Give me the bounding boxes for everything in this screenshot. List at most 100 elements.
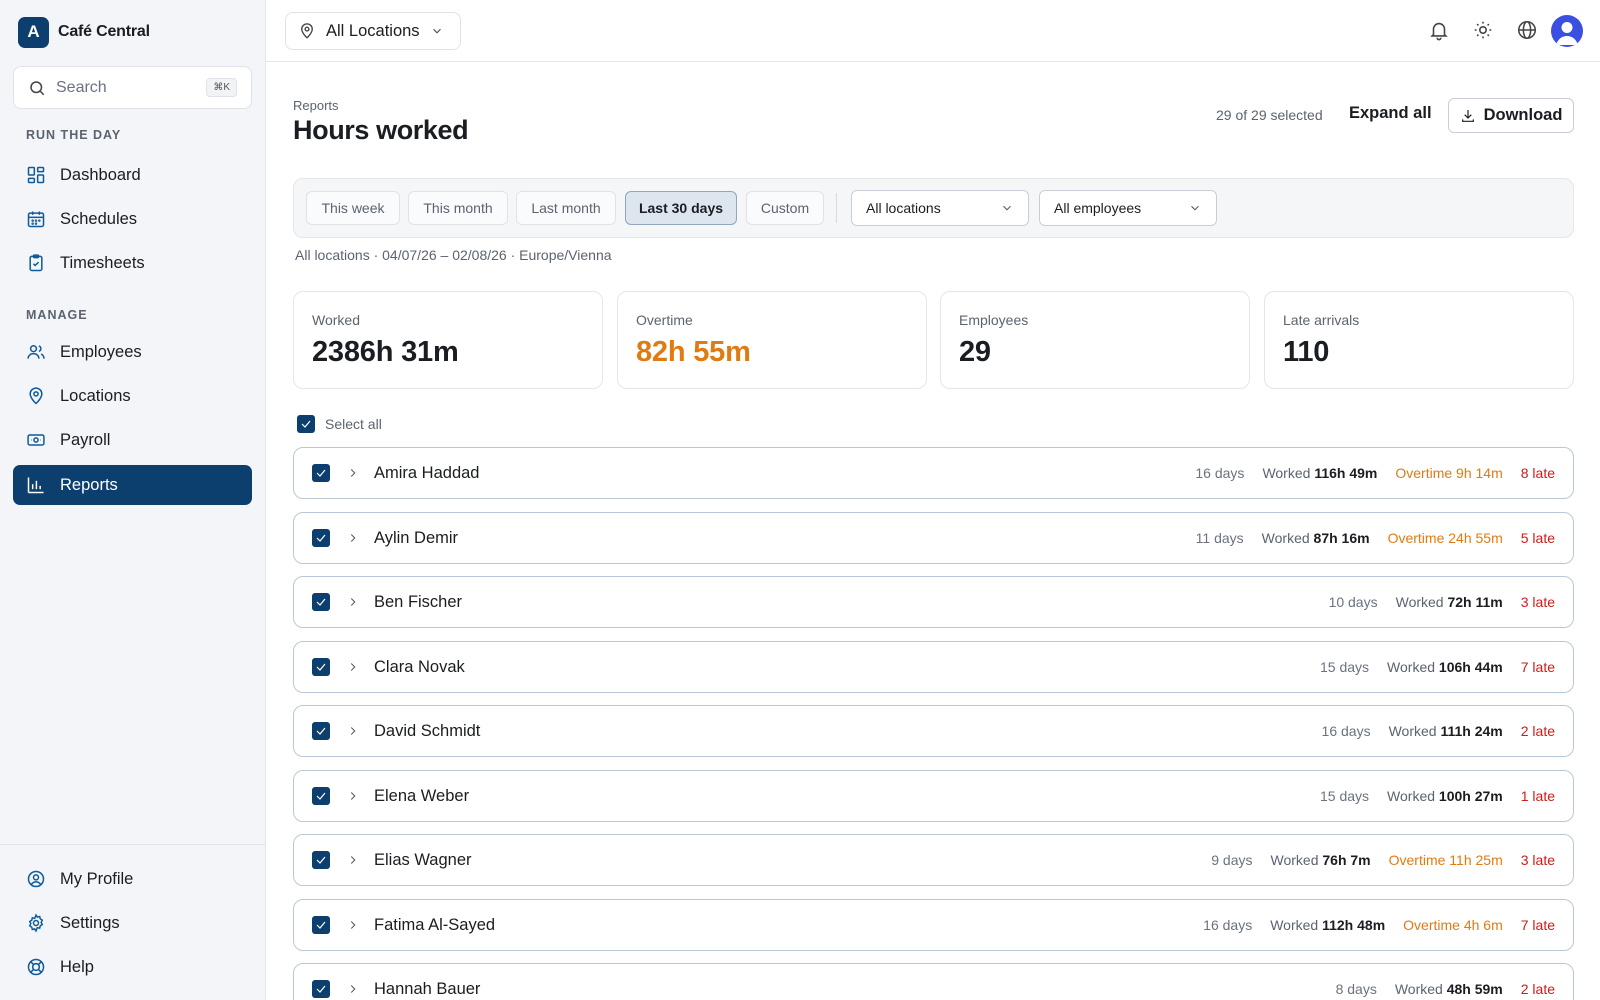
section-label-manage: MANAGE: [26, 308, 88, 322]
section-label-run-the-day: RUN THE DAY: [26, 128, 122, 142]
sidebar-item-my-profile[interactable]: My Profile: [13, 859, 252, 899]
sidebar-item-timesheets[interactable]: Timesheets: [13, 243, 252, 283]
check-icon: [316, 598, 326, 606]
table-row[interactable]: David Schmidt 16 days Worked 111h 24m 2 lat…: [293, 705, 1574, 757]
sidebar-item-label: Reports: [60, 475, 118, 494]
table-row[interactable]: Amira Haddad 16 days Worked 116h 49m Overti…: [293, 447, 1574, 499]
select-all[interactable]: Select all: [297, 415, 382, 433]
sidebar-item-dashboard[interactable]: Dashboard: [13, 155, 252, 195]
sun-icon[interactable]: [1472, 19, 1494, 41]
search-input[interactable]: Search ⌘K: [13, 66, 252, 109]
sidebar-item-payroll[interactable]: Payroll: [13, 420, 252, 460]
globe-icon[interactable]: [1516, 19, 1538, 41]
late-count: 2 late: [1520, 723, 1555, 739]
sidebar-item-schedules[interactable]: Schedules: [13, 199, 252, 239]
table-row[interactable]: Elias Wagner 9 days Worked 76h 7m Overtime …: [293, 834, 1574, 886]
chevron-down-icon: [432, 28, 441, 34]
sidebar-item-label: Schedules: [60, 209, 138, 228]
avatar[interactable]: [1551, 15, 1583, 47]
late-count: 8 late: [1520, 465, 1555, 481]
row-checkbox[interactable]: [312, 851, 330, 869]
chevron-right-icon[interactable]: [346, 466, 360, 480]
row-checkbox[interactable]: [312, 528, 330, 547]
worked-hours: 116h 49m: [1314, 465, 1378, 481]
days-count: 16 days: [1321, 723, 1371, 739]
bell-icon[interactable]: [1428, 19, 1450, 41]
filter-chip-this-week[interactable]: This week: [306, 191, 400, 225]
check-icon: [301, 420, 311, 428]
chevron-right-icon[interactable]: [346, 724, 360, 738]
filter-chip-last-30-days[interactable]: Last 30 days: [625, 191, 737, 225]
topbar: All Locations: [266, 0, 1600, 62]
table-row[interactable]: Fatima Al-Sayed 16 days Worked 112h 48m Ove…: [293, 898, 1574, 951]
late-count: 3 late: [1520, 852, 1555, 868]
breadcrumb[interactable]: Reports: [293, 98, 339, 113]
chevron-right-icon[interactable]: [346, 660, 360, 674]
days-count: 10 days: [1328, 594, 1378, 610]
stat-card-worked: Worked 2386h 31m: [293, 291, 603, 389]
worked-prefix: Worked: [1395, 594, 1444, 610]
worked-hours: 111h 24m: [1440, 723, 1503, 739]
expand-all-button[interactable]: Expand all: [1349, 104, 1432, 123]
late-count: 7 late: [1520, 658, 1555, 675]
map-pin-icon: [29, 387, 43, 405]
sidebar-item-reports[interactable]: Reports: [13, 465, 252, 505]
chevron-right-icon[interactable]: [346, 789, 360, 803]
row-checkbox[interactable]: [312, 786, 330, 805]
overtime-hours: Overtime 24h 55m: [1387, 529, 1503, 546]
table-row[interactable]: Aylin Demir 11 days Worked 87h 16m Overtime…: [293, 511, 1574, 564]
filter-chip-last-month[interactable]: Last month: [516, 191, 616, 225]
row-checkbox[interactable]: [312, 593, 330, 611]
worked-hours: 87h 16m: [1313, 529, 1370, 546]
row-stats: 16 days Worked 111h 24m 2 late: [1322, 723, 1555, 739]
chevron-right-icon[interactable]: [346, 918, 360, 932]
table-row[interactable]: Clara Novak 15 days Worked 106h 44m 7 late: [293, 640, 1574, 693]
check-icon: [316, 727, 326, 735]
row-stats: 11 days Worked 87h 16m Overtime 24h 55m 5 l…: [1196, 530, 1555, 546]
select-all-checkbox[interactable]: [297, 415, 315, 433]
check-icon: [316, 856, 326, 864]
check-icon: [316, 663, 326, 671]
filter-chip-this-month[interactable]: This month: [408, 191, 508, 225]
search-placeholder: Search: [56, 78, 107, 96]
user-circle-icon: [27, 870, 45, 888]
table-row[interactable]: Ben Fischer 10 days Worked 72h 11m 3 late: [293, 576, 1574, 628]
overtime-hours: Overtime 11h 25m: [1388, 852, 1503, 868]
row-checkbox[interactable]: [312, 980, 330, 998]
filter-bar: This week This month Last month Last 30 …: [293, 178, 1574, 238]
employee-name: Clara Novak: [374, 657, 465, 676]
employee-name: David Schmidt: [374, 722, 481, 740]
search-shortcut: ⌘K: [206, 78, 237, 97]
table-row[interactable]: Hannah Bauer 8 days Worked 48h 59m 2 late: [293, 963, 1574, 1000]
employee-name: Elias Wagner: [374, 851, 472, 869]
download-button[interactable]: Download: [1448, 98, 1574, 133]
employee-filter-select[interactable]: All employees: [1039, 190, 1217, 226]
row-checkbox[interactable]: [312, 657, 330, 676]
row-checkbox[interactable]: [312, 915, 330, 934]
chevron-down-icon: [1003, 205, 1011, 211]
chevron-right-icon[interactable]: [346, 982, 360, 996]
filter-chip-custom[interactable]: Custom: [746, 191, 824, 225]
row-checkbox[interactable]: [312, 464, 330, 482]
stat-card-late-arrivals: Late arrivals 110: [1264, 291, 1574, 389]
row-checkbox[interactable]: [312, 722, 330, 740]
sidebar-item-settings[interactable]: Settings: [13, 903, 252, 943]
brand[interactable]: A Café Central: [18, 16, 150, 48]
sidebar-item-help[interactable]: Help: [13, 947, 252, 987]
location-switcher[interactable]: All Locations: [285, 12, 461, 50]
worked-summary: Worked 72h 11m: [1396, 594, 1503, 610]
overtime-hours: Overtime 9h 14m: [1395, 465, 1503, 481]
sidebar-item-label: Dashboard: [60, 165, 141, 184]
sidebar-item-locations[interactable]: Locations: [13, 376, 252, 416]
location-filter-value: All locations: [866, 200, 941, 216]
late-count: 7 late: [1520, 916, 1555, 933]
selected-count: 29 of 29 selected: [1216, 107, 1323, 123]
sidebar-item-employees[interactable]: Employees: [13, 332, 252, 372]
chevron-right-icon[interactable]: [346, 595, 360, 609]
chevron-right-icon[interactable]: [346, 853, 360, 867]
late-count: 3 late: [1520, 594, 1555, 610]
location-filter-select[interactable]: All locations: [851, 190, 1029, 226]
chevron-right-icon[interactable]: [346, 531, 360, 545]
table-row[interactable]: Elena Weber 15 days Worked 100h 27m 1 late: [293, 769, 1574, 822]
sidebar-item-label: My Profile: [60, 869, 134, 888]
